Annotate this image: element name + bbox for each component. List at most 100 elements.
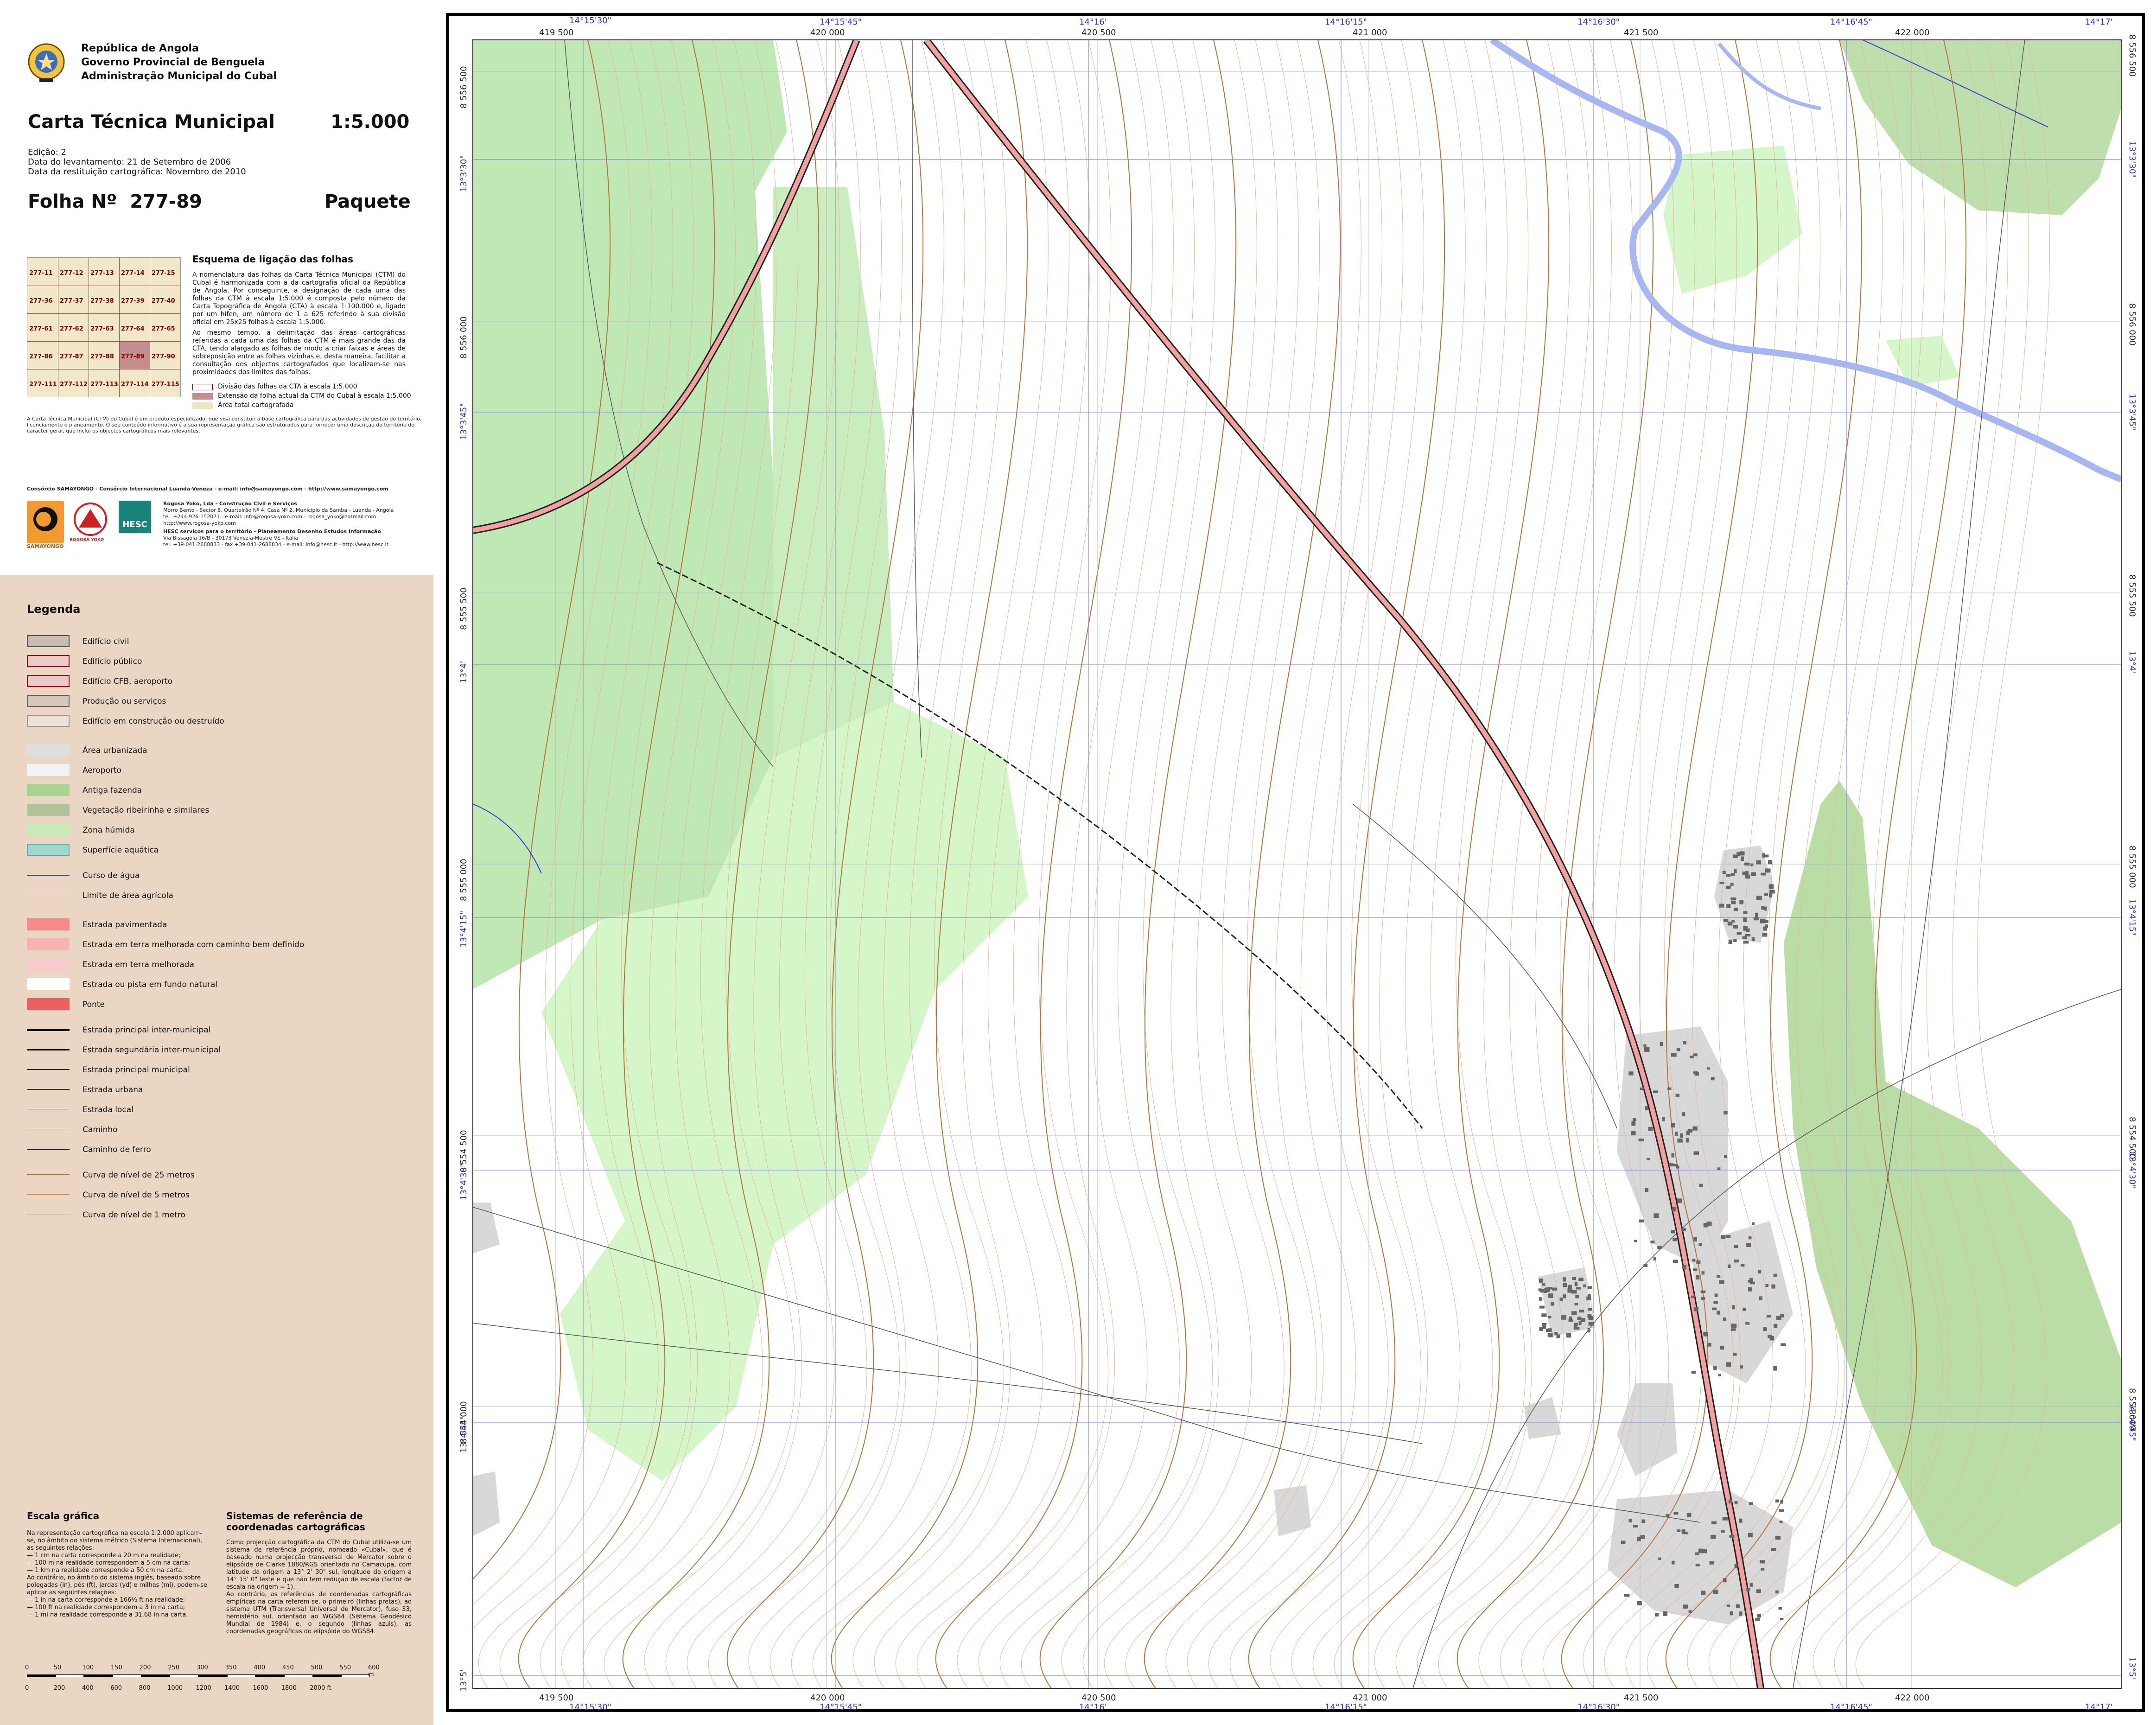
- legend-label: Ponte: [83, 1000, 105, 1009]
- building-marker: [1681, 1228, 1686, 1231]
- rogosa-logo-icon: [74, 503, 107, 536]
- map-frame[interactable]: 419 500 420 000 420 500 421 000 421 500 …: [446, 13, 2145, 1712]
- sheet-label-text: Folha Nº: [28, 191, 117, 212]
- building-marker: [1571, 1311, 1577, 1315]
- building-marker: [1732, 1353, 1737, 1356]
- longitude-label: 14°16'30": [1577, 17, 1620, 27]
- scale-tick-meters: 100: [82, 1664, 94, 1671]
- building-marker: [1725, 885, 1731, 889]
- building-marker: [1726, 874, 1731, 877]
- building-marker: [1539, 1290, 1545, 1293]
- building-marker: [1634, 1240, 1637, 1242]
- building-marker: [1734, 1501, 1738, 1504]
- index-sheet-cell: 277-112: [60, 381, 88, 388]
- longitude-label-bottom: 14°16': [1079, 1702, 1107, 1712]
- restitution-date: Data da restituição cartográfica: Novemb…: [28, 167, 246, 177]
- latitude-label: 13°5': [459, 1669, 469, 1692]
- building-marker: [1727, 905, 1730, 908]
- building-marker: [1569, 1316, 1572, 1320]
- building-marker: [1768, 893, 1772, 898]
- building-marker: [1743, 911, 1748, 914]
- building-marker: [1730, 1328, 1736, 1331]
- building-marker: [1764, 893, 1768, 896]
- building-marker: [1578, 1309, 1584, 1313]
- legend-symbol: [27, 764, 70, 776]
- rogosa-logo-text: ROGOSA YOKO: [70, 538, 104, 542]
- legend-symbol: [27, 1089, 70, 1090]
- building-marker: [1720, 1235, 1726, 1239]
- scale-tick-feet: 0: [25, 1685, 29, 1692]
- building-marker: [1662, 1117, 1665, 1121]
- building-marker: [1734, 869, 1737, 873]
- longitude-label: 14°16'15": [1325, 17, 1367, 27]
- index-legend-swatch-2: [192, 393, 213, 400]
- building-marker: [1658, 1557, 1661, 1560]
- scale-tick-meters: 250: [168, 1664, 180, 1671]
- building-marker: [1692, 1268, 1698, 1271]
- legend-symbol: [27, 804, 70, 816]
- urban-area-6: [1274, 1485, 1311, 1536]
- building-marker: [1749, 1502, 1753, 1505]
- easting-label: 421 000: [1353, 28, 1387, 38]
- building-marker: [1653, 1090, 1658, 1094]
- legend-label: Vegetação ribeirinha e similares: [83, 806, 210, 815]
- scale-bar-segment: [55, 1674, 84, 1677]
- building-marker: [1698, 1548, 1703, 1553]
- latitude-label: 13°3'45": [459, 403, 469, 440]
- building-marker: [1732, 1305, 1735, 1310]
- building-marker: [1574, 1281, 1578, 1286]
- building-marker: [1736, 932, 1742, 935]
- building-marker: [1730, 883, 1734, 886]
- header-line-1: República de Angola: [81, 43, 199, 54]
- building-marker: [1547, 1316, 1552, 1318]
- building-marker: [1736, 852, 1740, 856]
- scale-tick-feet: 1000: [167, 1685, 183, 1692]
- building-marker: [1743, 941, 1749, 944]
- building-marker: [1551, 1302, 1554, 1306]
- samayongo-logo: [27, 501, 64, 543]
- building-marker: [1701, 1271, 1705, 1275]
- building-marker: [1763, 906, 1767, 911]
- building-marker: [1690, 1056, 1694, 1058]
- building-marker: [1731, 1324, 1737, 1328]
- angola-emblem-icon: [28, 43, 65, 82]
- building-marker: [1563, 1294, 1566, 1299]
- building-marker: [1726, 1362, 1731, 1367]
- scale-tick-meters: 50: [53, 1664, 62, 1671]
- building-marker: [1687, 1128, 1693, 1133]
- building-marker: [1561, 1315, 1566, 1320]
- building-marker: [1640, 1535, 1645, 1539]
- legend-label: Estrada em terra melhorada com caminho b…: [83, 940, 305, 949]
- legend-label: Estrada principal inter-municipal: [83, 1025, 211, 1035]
- index-sheet-cell: 277-40: [152, 298, 175, 305]
- building-marker: [1749, 1278, 1753, 1283]
- sheet-index-diagram: 277-11 277-12 277-13 277-14 277-15 277-36 277-…: [27, 257, 181, 397]
- legend-label: Curso de água: [83, 871, 140, 880]
- legend-symbol: [27, 918, 70, 930]
- building-marker: [1756, 1589, 1761, 1593]
- legend-label: Área urbanizada: [83, 746, 147, 755]
- legend-label: Estrada segundária inter-municipal: [83, 1045, 221, 1055]
- building-marker: [1636, 1601, 1642, 1605]
- building-marker: [1723, 1578, 1727, 1583]
- building-marker: [1693, 1151, 1699, 1155]
- building-marker: [1719, 882, 1724, 885]
- urban-area-5: [1608, 1490, 1793, 1624]
- building-marker: [1719, 1280, 1724, 1284]
- building-marker: [1628, 1518, 1632, 1522]
- building-marker: [1559, 1298, 1563, 1301]
- building-marker: [1713, 1590, 1718, 1594]
- building-marker: [1719, 904, 1724, 908]
- building-marker: [1761, 1568, 1765, 1571]
- building-marker: [1749, 1281, 1755, 1285]
- longitude-label: 14°16': [1079, 17, 1107, 27]
- index-text: A nomenclatura das folhas da Carta Técni…: [192, 271, 406, 326]
- legend-symbol: [27, 1214, 70, 1215]
- legend-symbol: [27, 1194, 70, 1195]
- building-marker: [1583, 1284, 1586, 1287]
- building-marker: [1779, 1509, 1785, 1512]
- scale-tick-meters: 600 m: [368, 1664, 380, 1678]
- legend-symbol: [27, 978, 70, 990]
- map-canvas[interactable]: [449, 16, 2142, 1709]
- wet-zone-north: [1663, 146, 1802, 294]
